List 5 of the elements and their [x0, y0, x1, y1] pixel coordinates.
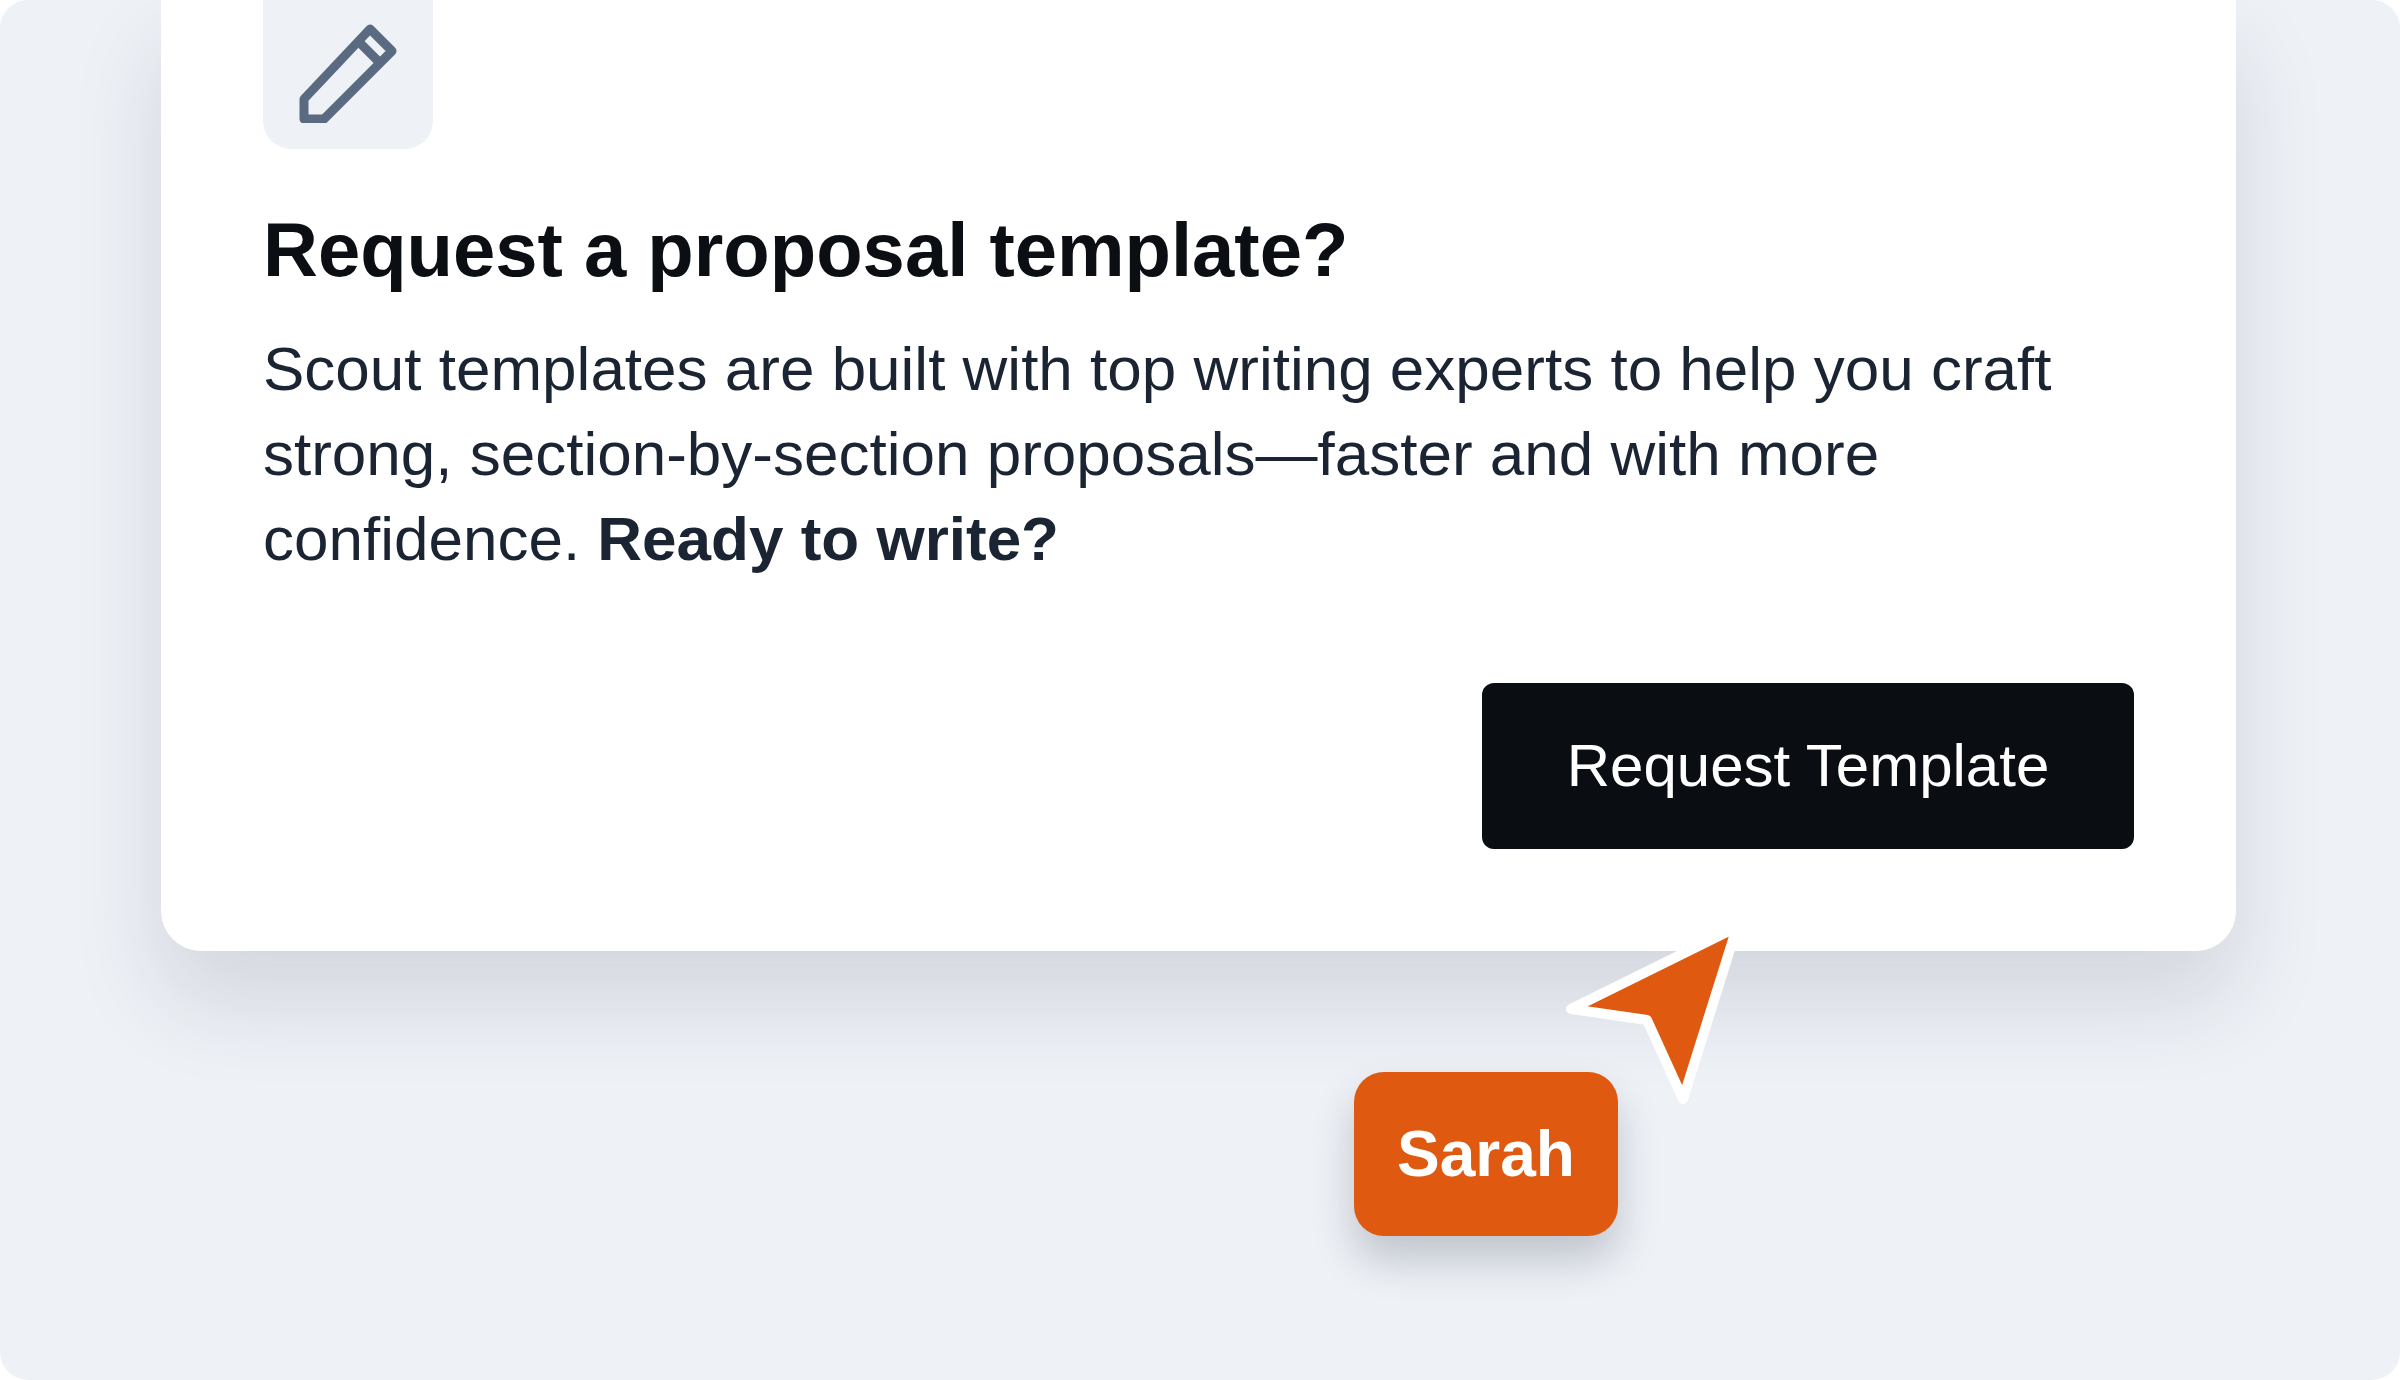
request-template-button[interactable]: Request Template — [1482, 683, 2134, 849]
dialog-title: Request a proposal template? — [263, 206, 1349, 294]
user-name-tag: Sarah — [1354, 1072, 1618, 1236]
dialog-description: Scout templates are built with top writing experts to help you craft strong, section-by-section proposals—faster and with more confidence. Ready to write? — [263, 333, 2053, 575]
pencil-tile-icon — [263, 0, 433, 149]
